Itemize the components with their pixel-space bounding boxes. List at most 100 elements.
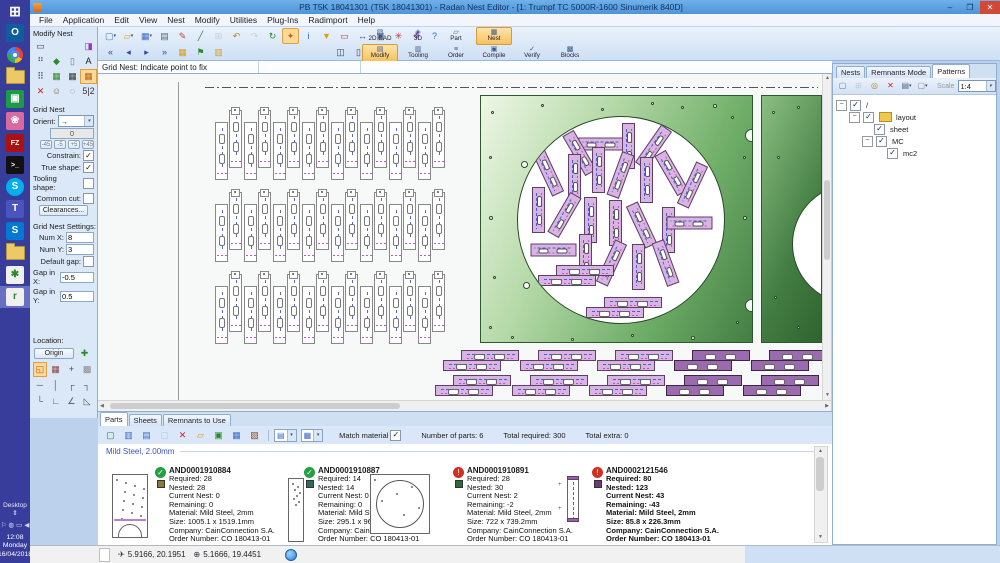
nested-part-cluster[interactable]: [512, 375, 590, 398]
canvas-vertical-scrollbar[interactable]: ▲ ▼: [822, 74, 831, 400]
nested-part-cluster[interactable]: [520, 350, 598, 373]
taskbar-icon-documents-folder[interactable]: [0, 242, 30, 264]
grid-nested-part[interactable]: [215, 286, 228, 344]
angle-button-5[interactable]: -5: [54, 140, 66, 149]
level-select-icon[interactable]: ▤▾: [899, 79, 914, 93]
next-nest-icon[interactable]: ▸: [138, 44, 155, 60]
grid-nested-part[interactable]: [273, 286, 286, 344]
tree-node-layout[interactable]: −✓layout: [833, 111, 996, 123]
menu-file[interactable]: File: [34, 15, 58, 25]
ghost-part-icon[interactable]: ▢: [156, 427, 173, 443]
grid-nested-part[interactable]: [273, 204, 286, 262]
delete-part-icon[interactable]: ✕: [32, 84, 49, 99]
grid-nested-part[interactable]: [273, 122, 286, 180]
grid-nested-part[interactable]: [244, 286, 257, 344]
undo-icon[interactable]: ↶: [228, 28, 245, 44]
array-tool-icon[interactable]: ▥: [210, 44, 227, 60]
orient-select[interactable]: →▾: [58, 115, 94, 127]
taskbar-icon-radan[interactable]: r: [0, 286, 30, 308]
nested-part[interactable]: [626, 201, 657, 248]
tab-patterns[interactable]: Patterns: [932, 64, 970, 78]
grid-points-icon[interactable]: ▦: [49, 362, 63, 377]
first-nest-icon[interactable]: «: [102, 44, 119, 60]
nested-part-cluster[interactable]: [666, 375, 744, 398]
tab-remnants-to-use[interactable]: Remnants to Use: [163, 414, 231, 426]
open-part-icon[interactable]: ▱: [192, 427, 209, 443]
auto-nest-icon[interactable]: ◆: [48, 54, 65, 69]
tab-nests[interactable]: Nests: [836, 66, 865, 78]
task-compile[interactable]: ▣Compile: [476, 44, 512, 62]
grid-nested-part[interactable]: [403, 274, 416, 332]
nested-part-cluster[interactable]: [586, 297, 664, 320]
grid-nested-part[interactable]: [418, 204, 431, 262]
grid-nested-part[interactable]: [432, 192, 445, 250]
scroll-down-icon[interactable]: ▼: [818, 535, 823, 540]
grid-nested-part[interactable]: [403, 110, 416, 168]
grid-nested-part[interactable]: [389, 122, 402, 180]
sequence-tool-icon[interactable]: ⚑: [192, 44, 209, 60]
part-report-icon[interactable]: ▧: [246, 427, 263, 443]
grid-nested-part[interactable]: [215, 204, 228, 262]
tree-checkbox[interactable]: ✓: [850, 100, 861, 111]
menu-edit[interactable]: Edit: [109, 15, 134, 25]
taskbar-icon-terminal[interactable]: >_: [0, 154, 30, 176]
nested-part-cluster[interactable]: [589, 375, 667, 398]
grid-nested-part[interactable]: [287, 192, 300, 250]
material-part-icon[interactable]: ▣: [210, 427, 227, 443]
grid-nested-part[interactable]: [302, 122, 315, 180]
sheet-2[interactable]: [761, 95, 822, 343]
grid-nested-part[interactable]: [287, 110, 300, 168]
task-order[interactable]: ≡Order: [438, 44, 474, 62]
nested-part[interactable]: [538, 275, 596, 286]
grid-nested-part[interactable]: [374, 274, 387, 332]
save-icon[interactable]: ▦▾: [138, 28, 155, 44]
regenerate-icon[interactable]: ↻: [264, 28, 281, 44]
corner-lock-icon[interactable]: ◱: [33, 362, 47, 377]
info-icon[interactable]: i: [300, 28, 317, 44]
nested-part[interactable]: [520, 360, 578, 371]
delete-part-icon[interactable]: ✕: [174, 427, 191, 443]
angle-open-icon[interactable]: ∠: [65, 394, 79, 409]
grid-nested-part[interactable]: [345, 110, 358, 168]
copy-icon[interactable]: ⊞: [210, 28, 227, 44]
mode-3d[interactable]: ◈3D: [400, 27, 436, 45]
grid-nested-part[interactable]: [302, 204, 315, 262]
grid-nested-part[interactable]: [229, 192, 242, 250]
grid-nested-part[interactable]: [360, 122, 373, 180]
snap-icon[interactable]: ✦: [282, 28, 299, 44]
taskbar-icon-paint[interactable]: ❀: [0, 110, 30, 132]
block-nest-icon[interactable]: ▦: [48, 69, 65, 84]
taskbar-icon-filezilla[interactable]: FZ: [0, 132, 30, 154]
redo-icon[interactable]: ↷: [246, 28, 263, 44]
sheet-tool-icon[interactable]: ▯: [64, 54, 81, 69]
tree-node-[interactable]: −✓/: [833, 99, 996, 111]
grid-nested-part[interactable]: [258, 274, 271, 332]
center-point-icon[interactable]: +: [65, 362, 79, 377]
taskbar-icon-chrome[interactable]: [0, 44, 30, 66]
nested-part-cluster[interactable]: [743, 375, 821, 398]
nested-part[interactable]: [589, 385, 647, 396]
filter-icon[interactable]: ▼: [318, 28, 335, 44]
mirror-part-icon[interactable]: ☺: [48, 84, 65, 99]
scroll-thumb[interactable]: [824, 180, 830, 260]
find-pattern-icon[interactable]: ◎: [867, 79, 882, 93]
angle-tri-icon[interactable]: ◺: [80, 394, 94, 409]
grid-nested-part[interactable]: [403, 192, 416, 250]
open-icon[interactable]: ▱▾: [120, 28, 137, 44]
delete-pattern-icon[interactable]: ✕: [883, 79, 898, 93]
grid-nested-part[interactable]: [331, 204, 344, 262]
num-x-input[interactable]: [66, 232, 94, 243]
edit-geometry-icon[interactable]: ╱: [192, 28, 209, 44]
corner-bottom-left-icon[interactable]: └: [33, 394, 47, 409]
pencil-icon[interactable]: ✎: [174, 28, 191, 44]
grid-nested-part[interactable]: [374, 192, 387, 250]
tab-remnants-mode[interactable]: Remnants Mode: [866, 66, 931, 78]
menu-help[interactable]: Help: [353, 15, 380, 25]
scroll-up-icon[interactable]: ▲: [818, 449, 823, 454]
canvas-horizontal-scrollbar[interactable]: ◀ ▶: [98, 400, 831, 411]
tree-checkbox[interactable]: ✓: [887, 148, 898, 159]
constrain-checkbox[interactable]: ✓: [83, 150, 94, 161]
common-cut-checkbox[interactable]: [83, 193, 94, 204]
menu-modify[interactable]: Modify: [190, 15, 225, 25]
nested-part[interactable]: [674, 360, 732, 371]
